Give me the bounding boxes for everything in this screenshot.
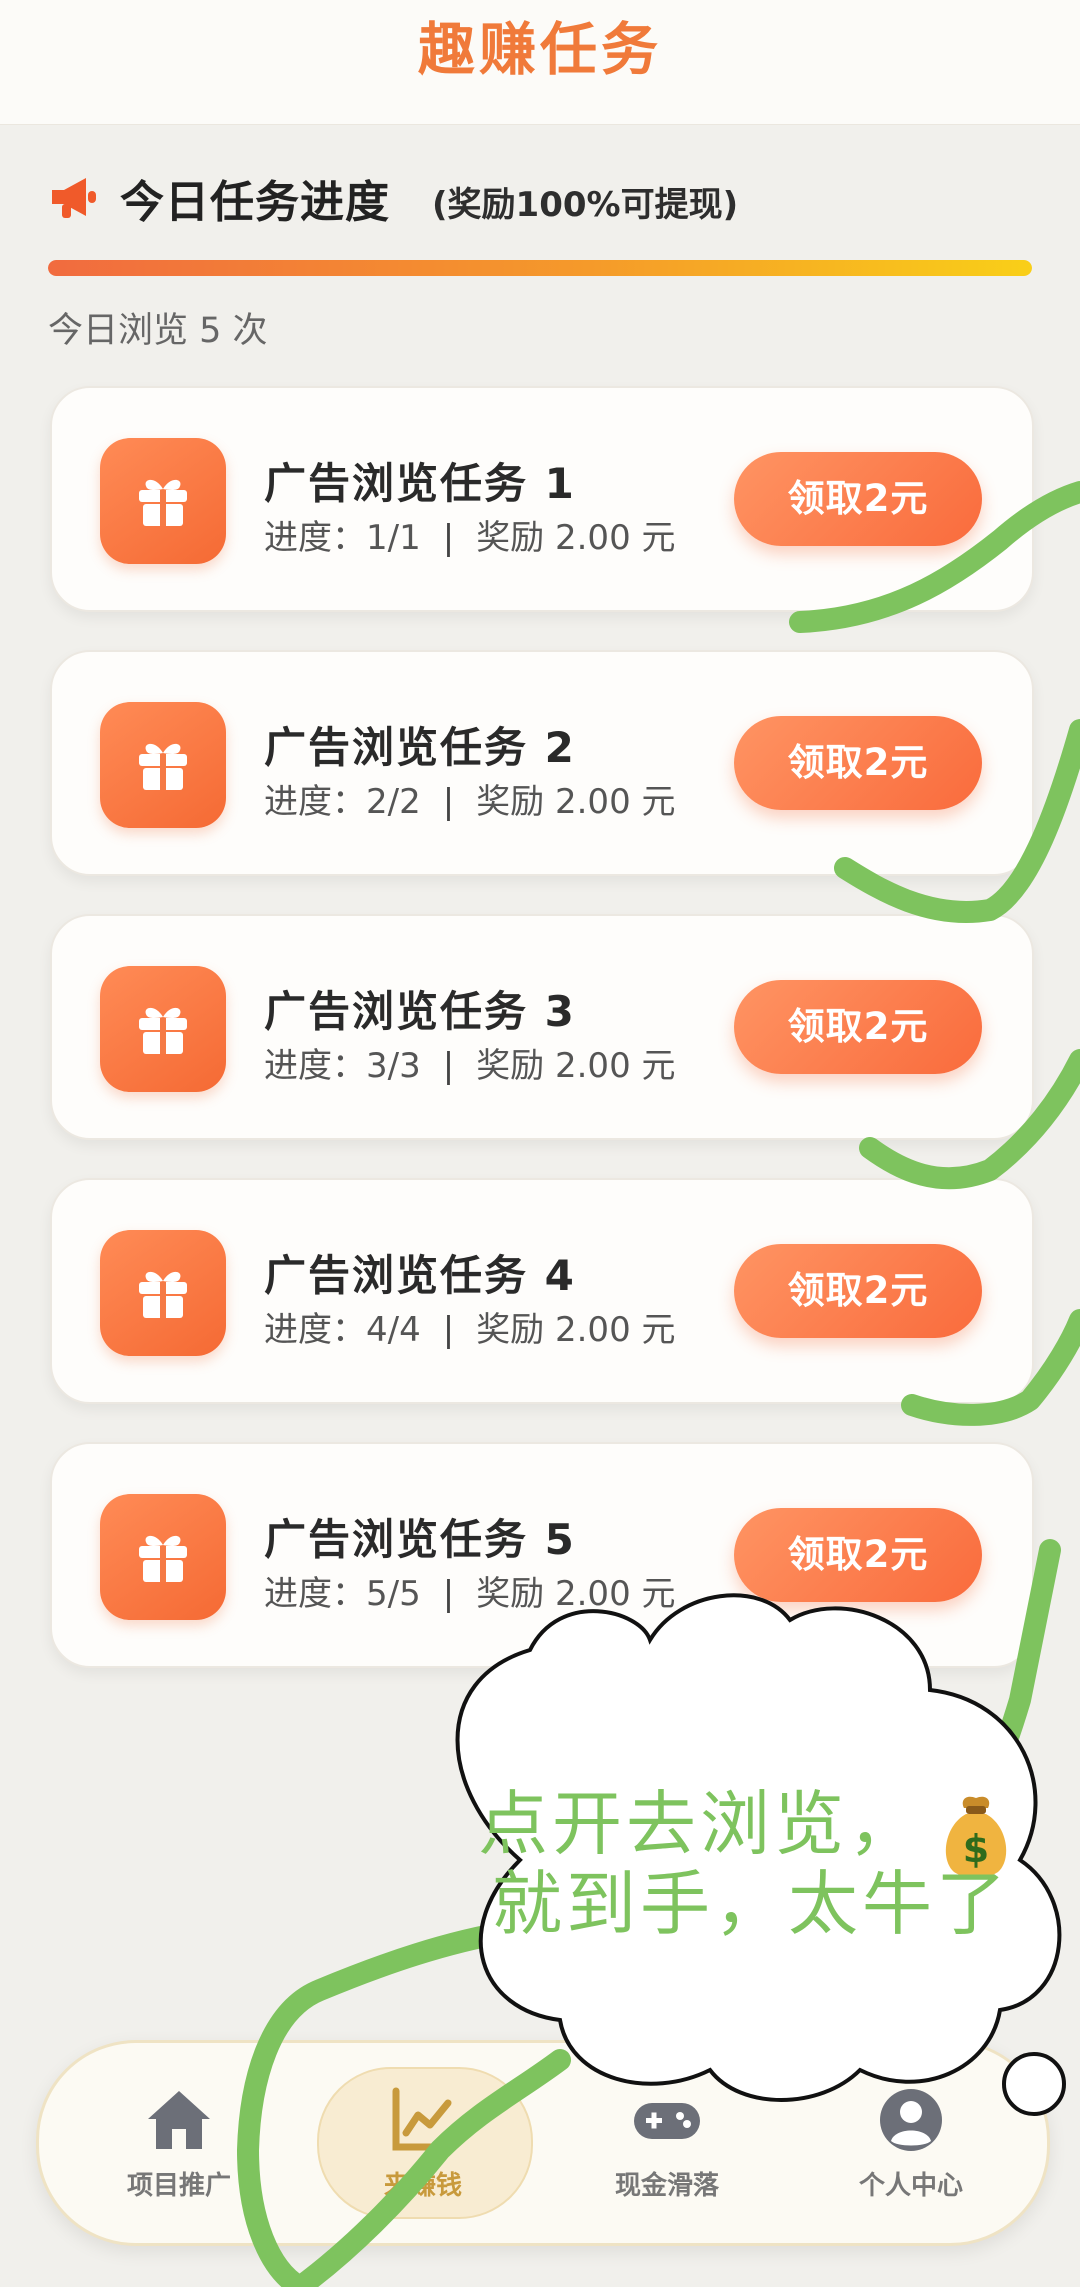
bubble-line-2: 就到手，太牛了 [492,1863,1010,1945]
task-progress: 进度：2/2 [264,782,421,822]
bubble-caption: 点开去浏览， 就到手，太牛了 [478,1784,1038,1944]
gift-icon [100,1230,226,1356]
claim-reward-button[interactable]: 领取2元 [734,1508,982,1602]
task-meta: 进度：4/4 | 奖励 2.00 元 [264,1302,676,1351]
task-progress: 进度：1/1 [264,518,421,558]
task-name: 广告浏览任务 1 [264,459,576,508]
claim-reward-button[interactable]: 领取2元 [734,716,982,810]
app-header: 趣赚任务 [0,0,1080,125]
task-meta: 进度：2/2 | 奖励 2.00 元 [264,774,676,823]
tab-label: 来赚钱 [383,2171,462,2201]
task-progress: 进度：3/3 [264,1046,421,1086]
task-reward: 奖励 2.00 元 [476,1046,676,1086]
gift-icon [100,966,226,1092]
task-reward: 奖励 2.00 元 [476,1574,676,1614]
task-meta: 进度：5/5 | 奖励 2.00 元 [264,1566,676,1615]
meta-separator: | [442,1310,455,1350]
progress-header: 今日任务进度 (奖励100%可提现) [48,166,1028,236]
gift-icon [100,702,226,828]
daily-progress-bar [48,260,1032,276]
task-reward: 奖励 2.00 元 [476,518,676,558]
task-card: 广告浏览任务 2 进度：2/2 | 奖励 2.00 元 领取2元 [50,650,1034,876]
tab-personal-center[interactable]: 个人中心 [811,2043,1011,2243]
tab-project-promotion[interactable]: 项目推广 [79,2043,279,2243]
task-reward: 奖励 2.00 元 [476,1310,676,1350]
user-icon [880,2089,942,2151]
claim-reward-button[interactable]: 领取2元 [734,980,982,1074]
task-progress: 进度：5/5 [264,1574,421,1614]
chart-icon [392,2087,456,2151]
task-name: 广告浏览任务 5 [264,1515,576,1564]
view-count-text: 今日浏览 5 次 [48,311,268,351]
task-progress: 进度：4/4 [264,1310,421,1350]
meta-separator: | [442,1574,455,1614]
gift-icon [100,1494,226,1620]
task-name: 广告浏览任务 2 [264,723,576,772]
meta-separator: | [442,1046,455,1086]
task-reward: 奖励 2.00 元 [476,782,676,822]
megaphone-icon [52,178,96,218]
gamepad-icon [634,2103,700,2139]
tab-label: 个人中心 [858,2171,963,2201]
task-name: 广告浏览任务 3 [264,987,576,1036]
task-meta: 进度：3/3 | 奖励 2.00 元 [264,1038,676,1087]
task-card: 广告浏览任务 1 进度：1/1 | 奖励 2.00 元 领取2元 [50,386,1034,612]
claim-reward-button[interactable]: 领取2元 [734,1244,982,1338]
gift-icon [100,438,226,564]
task-meta: 进度：1/1 | 奖励 2.00 元 [264,510,676,559]
task-card: 广告浏览任务 3 进度：3/3 | 奖励 2.00 元 领取2元 [50,914,1034,1140]
tab-cash-slide[interactable]: 现金滑落 [567,2043,767,2243]
tab-label: 项目推广 [126,2171,231,2201]
progress-title: 今日任务进度 [120,177,390,228]
claim-reward-button[interactable]: 领取2元 [734,452,982,546]
task-card: 广告浏览任务 4 进度：4/4 | 奖励 2.00 元 领取2元 [50,1178,1034,1404]
meta-separator: | [442,782,455,822]
page-title: 趣赚任务 [418,17,662,83]
tab-label: 现金滑落 [614,2171,719,2201]
progress-note: (奖励100%可提现) [432,185,739,225]
bubble-line-1: 点开去浏览， [478,1783,922,1865]
task-card: 广告浏览任务 5 进度：5/5 | 奖励 2.00 元 领取2元 [50,1442,1034,1668]
home-icon [148,2091,210,2149]
daily-progress-fill [48,260,1032,276]
bottom-tab-bar: 项目推广 来赚钱 现金滑落 个人中心 [36,2040,1050,2246]
meta-separator: | [442,518,455,558]
task-name: 广告浏览任务 4 [264,1251,576,1300]
tab-earn-money[interactable]: 来赚钱 [317,2043,533,2243]
